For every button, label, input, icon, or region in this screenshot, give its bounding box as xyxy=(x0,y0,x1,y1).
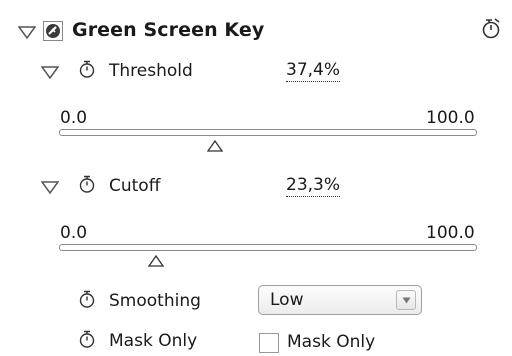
cutoff-range-min: 0.0 xyxy=(60,223,88,243)
cutoff-value[interactable]: 23,3% xyxy=(286,176,341,197)
cutoff-slider-track[interactable] xyxy=(59,244,477,251)
effect-title: Green Screen Key xyxy=(72,19,265,41)
chevron-down-icon[interactable] xyxy=(396,290,416,310)
threshold-value[interactable]: 37,4% xyxy=(286,61,341,82)
mask-only-checkbox-label[interactable]: Mask Only xyxy=(287,332,375,352)
smoothing-stopwatch-icon[interactable] xyxy=(78,289,96,309)
smoothing-label: Smoothing xyxy=(109,291,201,311)
threshold-slider-thumb[interactable] xyxy=(207,140,224,152)
cutoff-label: Cutoff xyxy=(109,176,161,196)
effect-twirl-icon[interactable] xyxy=(18,26,36,40)
threshold-range-min: 0.0 xyxy=(60,108,88,128)
cutoff-slider-thumb[interactable] xyxy=(148,255,165,267)
effect-controls-panel: Green Screen Key Threshold 37,4% 0.0 100… xyxy=(0,0,512,356)
threshold-twirl-icon[interactable] xyxy=(41,66,59,80)
smoothing-dropdown[interactable]: Low xyxy=(258,285,422,315)
fx-icon[interactable] xyxy=(43,21,63,41)
threshold-range-max: 100.0 xyxy=(426,108,475,128)
reset-icon[interactable] xyxy=(480,16,502,44)
cutoff-stopwatch-icon[interactable] xyxy=(78,174,96,194)
cutoff-twirl-icon[interactable] xyxy=(41,181,59,195)
mask-only-stopwatch-icon[interactable] xyxy=(78,329,96,349)
mask-only-label: Mask Only xyxy=(109,331,198,351)
mask-only-checkbox[interactable] xyxy=(259,333,279,353)
threshold-slider-track[interactable] xyxy=(59,129,477,136)
threshold-stopwatch-icon[interactable] xyxy=(78,59,96,79)
threshold-label: Threshold xyxy=(109,61,193,81)
cutoff-range-max: 100.0 xyxy=(426,223,475,243)
